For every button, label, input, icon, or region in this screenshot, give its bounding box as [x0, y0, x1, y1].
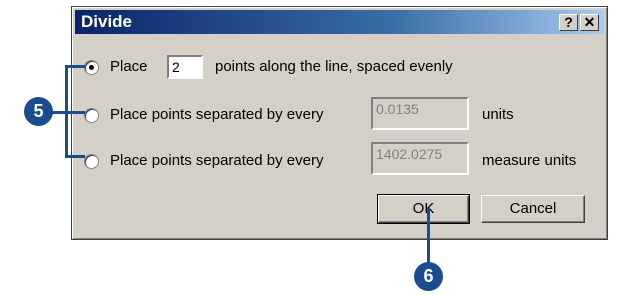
option-2-post-label: units	[482, 106, 514, 123]
measure-distance-field[interactable]: 1402.0275	[371, 142, 469, 175]
radio-place-evenly[interactable]	[84, 60, 99, 75]
option-3-post-label: measure units	[482, 152, 577, 169]
close-button[interactable]: ✕	[580, 14, 599, 31]
option-separated-units[interactable]: Place points separated by every	[84, 104, 374, 128]
unit-distance-field[interactable]: 0.0135	[371, 97, 469, 130]
option-1-post-label: points along the line, spaced evenly	[215, 58, 453, 75]
callout-5-badge: 5	[24, 97, 53, 126]
cancel-button[interactable]: Cancel	[481, 195, 585, 223]
point-count-field[interactable]: 2	[167, 55, 203, 79]
radio-separated-units[interactable]	[84, 108, 99, 123]
option-separated-measure[interactable]: Place points separated by every	[84, 150, 374, 174]
callout-5-tick-bottom	[65, 155, 85, 158]
option-3-pre-label: Place points separated by every	[110, 152, 324, 169]
callout-5-tick-top	[65, 65, 85, 68]
option-2-pre-label: Place points separated by every	[110, 106, 324, 123]
dialog-title: Divide	[81, 12, 133, 31]
callout-5-tick-mid	[52, 111, 85, 114]
callout-6-line	[427, 208, 430, 268]
ok-button[interactable]: OK	[377, 194, 470, 224]
callout-6-badge: 6	[414, 262, 443, 291]
divide-dialog: Divide ? ✕ Place 2 points along the line…	[71, 6, 608, 240]
help-button[interactable]: ?	[559, 14, 578, 31]
option-1-pre-label: Place	[110, 58, 148, 75]
radio-separated-measure[interactable]	[84, 154, 99, 169]
title-bar[interactable]: Divide ? ✕	[75, 10, 604, 34]
